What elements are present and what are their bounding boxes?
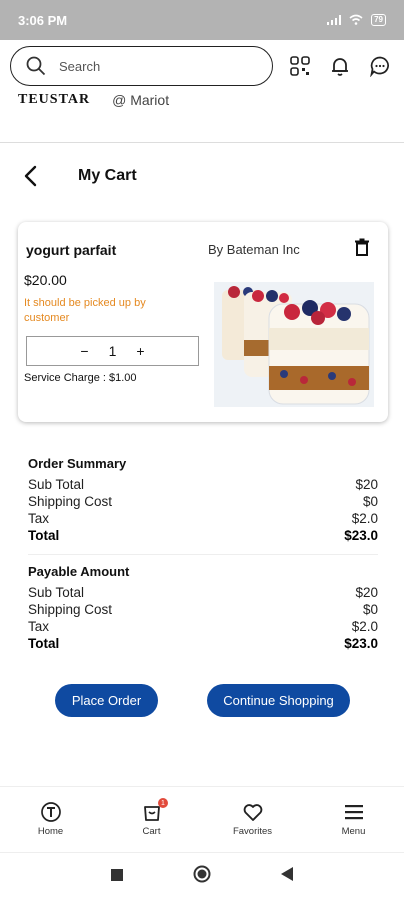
summary-total-row: Total $23.0 (28, 528, 378, 543)
summary-row: Sub Total $20 (28, 477, 378, 492)
increase-button[interactable]: + (136, 343, 144, 359)
home-circle-icon[interactable] (193, 865, 211, 888)
continue-shopping-button[interactable]: Continue Shopping (207, 684, 350, 717)
divider (28, 554, 378, 555)
cart-badge: 1 (158, 798, 168, 808)
pickup-note: It should be picked up by customer (24, 297, 146, 324)
status-time: 3:06 PM (18, 12, 68, 28)
quantity-stepper: − 1 + (26, 336, 199, 366)
summary-row: Shipping Cost $0 (28, 494, 378, 509)
quantity-value: 1 (108, 343, 117, 359)
qr-code-icon[interactable] (289, 55, 311, 77)
payable-total-row: Total $23.0 (28, 636, 378, 651)
search-icon (25, 55, 47, 77)
battery-icon: 79 (371, 14, 386, 26)
back-triangle-icon[interactable] (281, 867, 293, 886)
cart-header: My Cart (20, 165, 137, 187)
recents-icon[interactable] (111, 868, 123, 886)
decrease-button[interactable]: − (80, 343, 88, 359)
payable-heading: Payable Amount (28, 564, 130, 579)
trash-icon[interactable] (354, 238, 370, 261)
location-label[interactable]: @ Mariot (112, 92, 169, 108)
heart-icon (242, 801, 264, 823)
bell-icon[interactable] (329, 55, 351, 77)
divider (0, 142, 404, 143)
menu-icon (343, 801, 365, 823)
tab-home[interactable]: Home (0, 787, 101, 852)
order-summary-heading: Order Summary (28, 456, 127, 471)
service-charge: Service Charge : $1.00 (24, 372, 137, 384)
item-image (214, 282, 374, 407)
wifi-icon (349, 13, 363, 28)
place-order-button[interactable]: Place Order (55, 684, 158, 717)
back-arrow-icon[interactable] (20, 165, 42, 187)
top-bar: Search (0, 44, 404, 88)
cart-item-card: yogurt parfait By Bateman Inc $20.00 It … (18, 222, 388, 422)
item-name: yogurt parfait (26, 242, 117, 258)
home-t-icon (40, 801, 62, 823)
payable-row: Sub Total $20 (28, 585, 378, 600)
search-input[interactable]: Search (59, 59, 100, 74)
tab-favorites[interactable]: Favorites (202, 787, 303, 852)
summary-row: Tax $2.0 (28, 511, 378, 526)
item-vendor: By Bateman Inc (208, 242, 300, 257)
status-bar: 3:06 PM 79 (0, 0, 404, 40)
item-price: $20.00 (24, 272, 67, 288)
signal-icon (327, 13, 342, 28)
payable-row: Tax $2.0 (28, 619, 378, 634)
brand-logo: TEUSTAR (18, 92, 91, 107)
search-box[interactable]: Search (10, 46, 273, 86)
order-summary: Order Summary Sub Total $20 Shipping Cost… (28, 456, 378, 544)
tab-cart[interactable]: 1 Cart (101, 787, 202, 852)
page-title: My Cart (78, 167, 137, 184)
chat-icon[interactable] (369, 55, 391, 77)
system-nav-bar (0, 852, 404, 900)
bottom-tab-bar: Home 1 Cart Favorites Menu (0, 786, 404, 852)
payable-amount: Payable Amount Sub Total $20 Shipping Cos… (28, 564, 378, 652)
payable-row: Shipping Cost $0 (28, 602, 378, 617)
tab-menu[interactable]: Menu (303, 787, 404, 852)
